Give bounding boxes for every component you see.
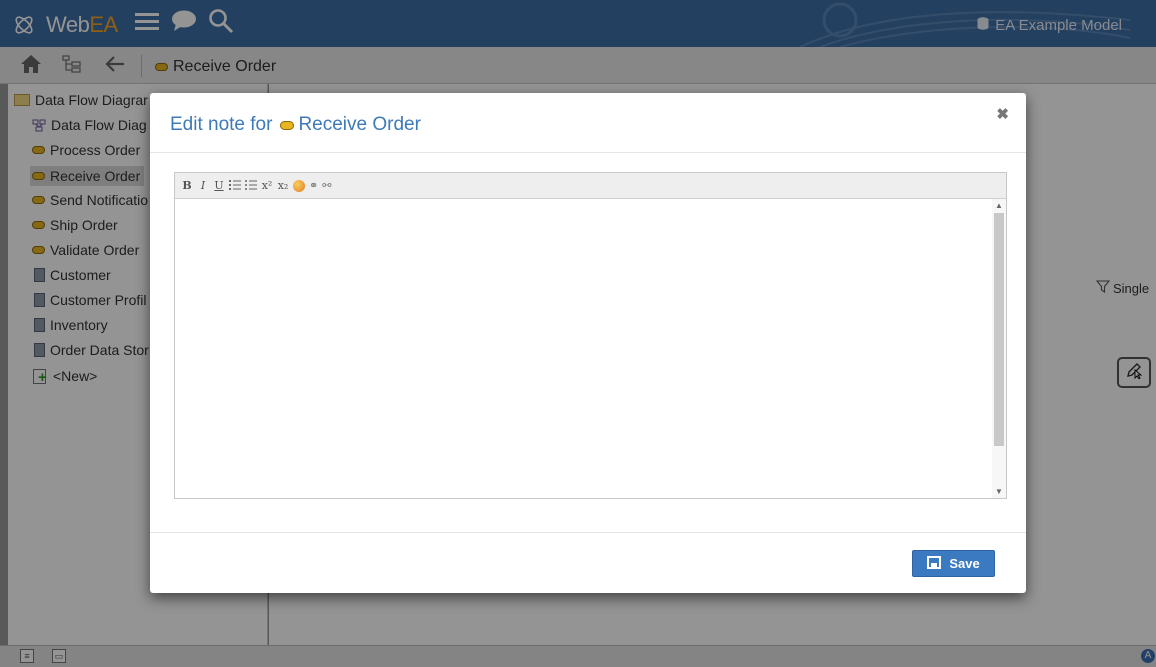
bold-button[interactable]: B [181,179,193,192]
unordered-list-icon[interactable] [245,178,257,194]
dialog-title: Edit note for Receive Order [170,114,421,136]
scroll-up-icon[interactable]: ▲ [992,201,1006,210]
scroll-down-icon[interactable]: ▼ [992,487,1006,496]
dialog-footer: Save [150,532,1026,593]
italic-button[interactable]: I [197,179,209,192]
superscript-icon[interactable]: x² [261,179,273,192]
process-icon [280,120,295,130]
edit-note-dialog: Edit note for Receive Order ✖ B I U x² x… [150,93,1026,593]
save-button[interactable]: Save [912,550,995,577]
dialog-header: Edit note for Receive Order ✖ [150,93,1026,153]
ordered-list-icon[interactable] [229,178,241,194]
scrollbar-thumb[interactable] [994,213,1004,446]
save-button-label: Save [949,556,980,571]
close-icon[interactable]: ✖ [996,105,1009,123]
underline-button[interactable]: U [213,179,225,192]
unlink-icon[interactable]: ⚯ [322,179,331,192]
text-color-icon[interactable] [293,179,305,192]
editor-toolbar: B I U x² x₂ ⚭ ⚯ [175,173,1006,199]
save-icon [927,555,942,572]
dialog-title-element: Receive Order [298,114,421,135]
note-editor: B I U x² x₂ ⚭ ⚯ ▲ ▼ [174,172,1007,499]
dialog-title-prefix: Edit note for [170,114,273,135]
link-icon[interactable]: ⚭ [309,179,318,192]
editor-scrollbar[interactable]: ▲ ▼ [992,199,1006,498]
subscript-icon[interactable]: x₂ [277,179,289,192]
note-text-area[interactable] [175,199,1006,498]
